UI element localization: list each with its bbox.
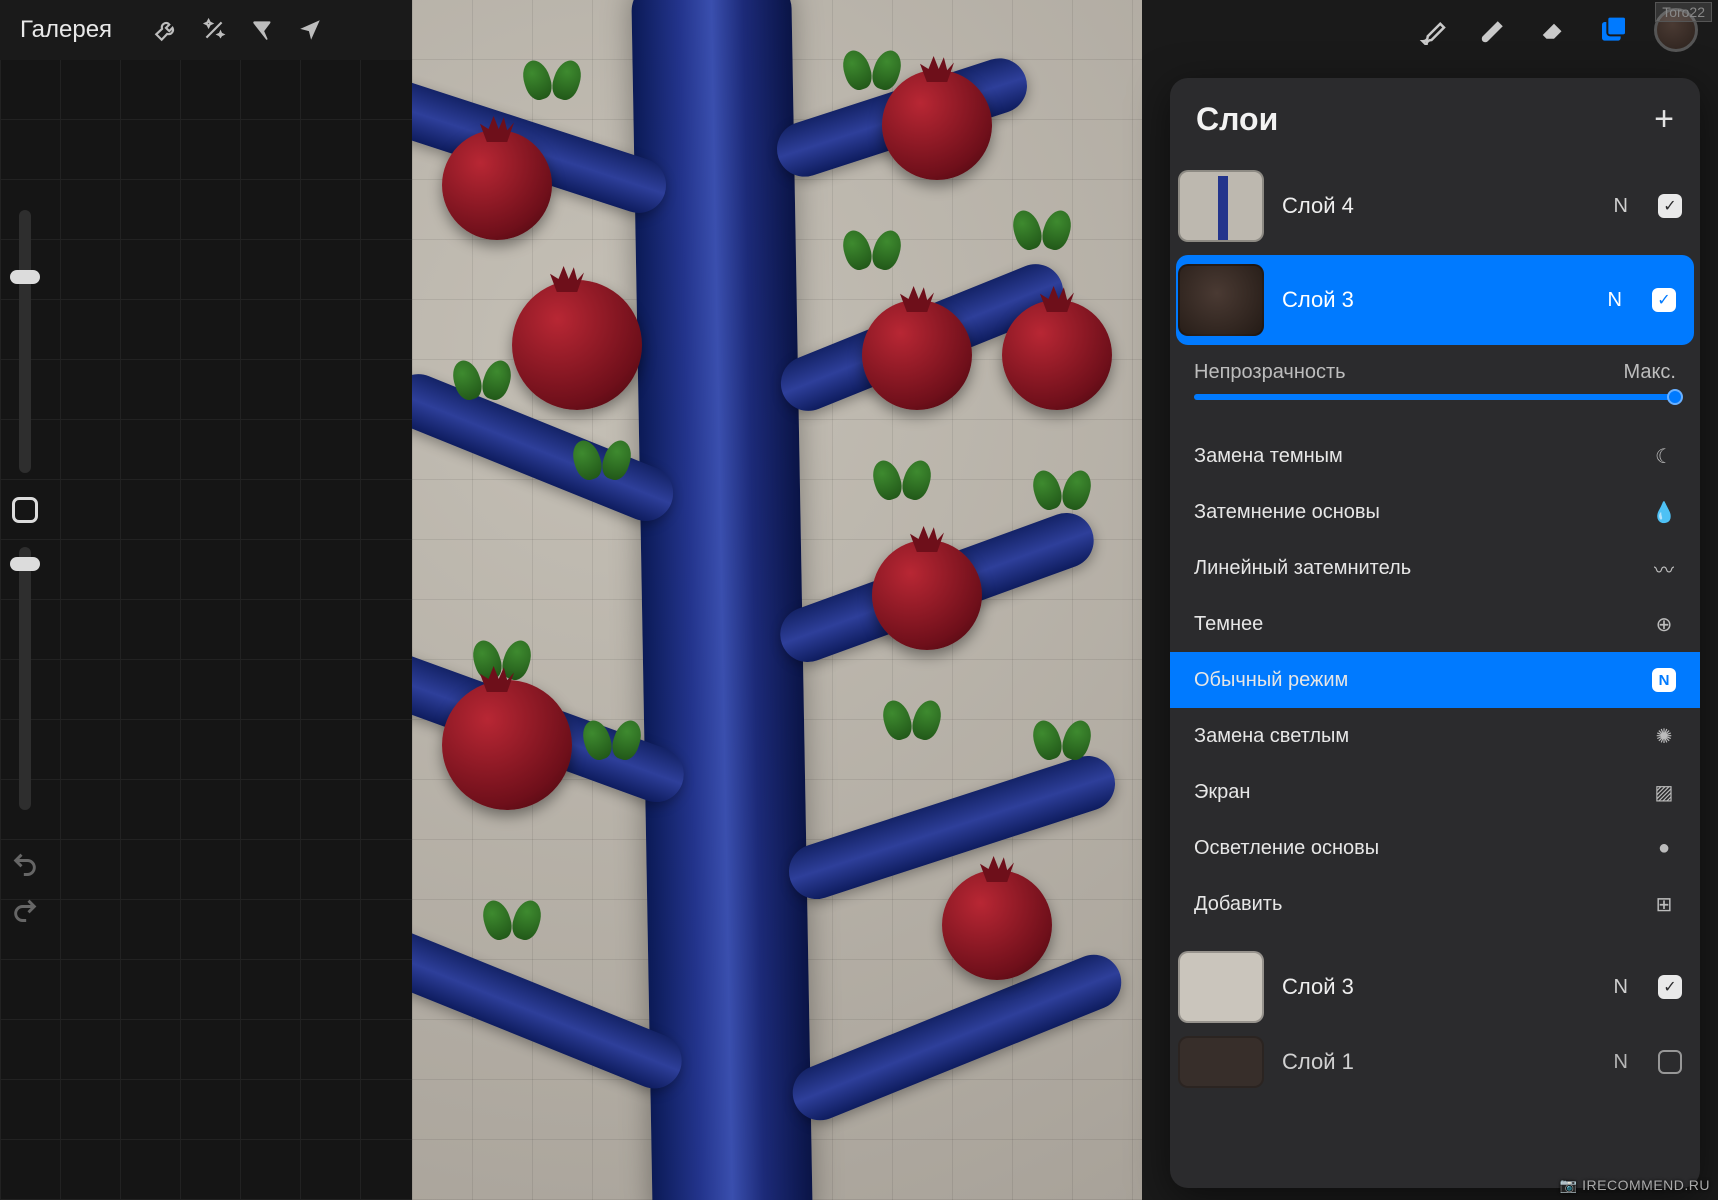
blend-mode-item[interactable]: Замена светлым✺ [1170,708,1700,764]
visibility-checkbox[interactable]: ✓ [1658,975,1682,999]
background-grid [0,60,412,1200]
opacity-label: Непрозрачность [1194,361,1346,384]
blend-mode-item[interactable]: Темнее⊕ [1170,596,1700,652]
sun-icon: ✺ [1652,724,1676,748]
layer-name: Слой 3 [1282,287,1590,313]
normal-badge-icon: N [1652,668,1676,692]
opacity-slider[interactable] [1194,394,1676,400]
watermark-user: Toro22 [1655,2,1712,22]
brush-size-slider[interactable] [19,210,31,473]
canvas[interactable] [412,0,1142,1200]
blend-mode-item[interactable]: Замена темным☾ [1170,428,1700,484]
magic-wand-icon[interactable] [190,6,238,54]
redo-icon[interactable] [11,896,39,924]
undo-icon[interactable] [11,850,39,878]
layer-thumbnail [1178,170,1264,242]
layers-title: Слои [1196,101,1278,138]
layer-thumbnail [1178,264,1264,336]
opacity-value: Макс. [1623,361,1676,384]
wrench-icon[interactable] [142,6,190,54]
hatch-icon: ▨ [1652,780,1676,804]
blend-letter[interactable]: N [1614,976,1628,999]
layer-row[interactable]: Слой 1 N [1170,1032,1700,1092]
add-layer-button[interactable]: + [1654,100,1674,139]
modifier-button[interactable] [12,497,38,523]
move-icon[interactable] [286,6,334,54]
gallery-button[interactable]: Галерея [20,16,112,44]
layer-row[interactable]: Слой 3 N ✓ [1170,942,1700,1032]
flame-icon: 〰 [1652,556,1676,580]
layer-name: Слой 1 [1282,1049,1596,1075]
blend-mode-item[interactable]: Добавить⊞ [1170,876,1700,932]
blend-letter[interactable]: N [1614,1051,1628,1074]
blend-mode-item[interactable]: Экран▨ [1170,764,1700,820]
layer-name: Слой 4 [1282,193,1596,219]
blend-mode-item[interactable]: Затемнение основы💧 [1170,484,1700,540]
droplet-icon: 💧 [1652,500,1676,524]
layers-panel: Слои + Слой 4 N ✓ Слой 3 N ✓ Непрозрачно… [1170,78,1700,1188]
top-toolbar: Галерея [0,0,1718,60]
layer-thumbnail [1178,951,1264,1023]
blend-mode-list: Замена темным☾ Затемнение основы💧 Линейн… [1170,428,1700,932]
smudge-icon[interactable] [1464,0,1524,60]
blend-mode-item[interactable]: Линейный затемнитель〰 [1170,540,1700,596]
blend-letter[interactable]: N [1614,195,1628,218]
watermark-site: 📷 IRECOMMEND.RU [1560,1177,1710,1194]
blend-mode-item[interactable]: Осветление основы● [1170,820,1700,876]
layer-name: Слой 3 [1282,974,1596,1000]
left-sliders [0,210,50,810]
moon-icon: ☾ [1652,444,1676,468]
eraser-icon[interactable] [1524,0,1584,60]
visibility-checkbox[interactable]: ✓ [1658,194,1682,218]
opacity-block: Непрозрачность Макс. [1170,349,1700,408]
visibility-checkbox[interactable] [1658,1050,1682,1074]
layer-thumbnail [1178,1036,1264,1088]
plus-square-icon: ⊞ [1652,892,1676,916]
plus-circle-icon: ⊕ [1652,612,1676,636]
blend-letter[interactable]: N [1608,289,1622,312]
blend-mode-item-selected[interactable]: Обычный режимN [1170,652,1700,708]
layers-icon[interactable] [1584,0,1644,60]
layer-row-selected[interactable]: Слой 3 N ✓ [1176,255,1694,345]
pin-icon: ● [1652,836,1676,860]
visibility-checkbox[interactable]: ✓ [1652,288,1676,312]
selection-icon[interactable] [238,6,286,54]
brush-icon[interactable] [1404,0,1464,60]
opacity-slider[interactable] [19,547,31,810]
layer-row[interactable]: Слой 4 N ✓ [1170,161,1700,251]
